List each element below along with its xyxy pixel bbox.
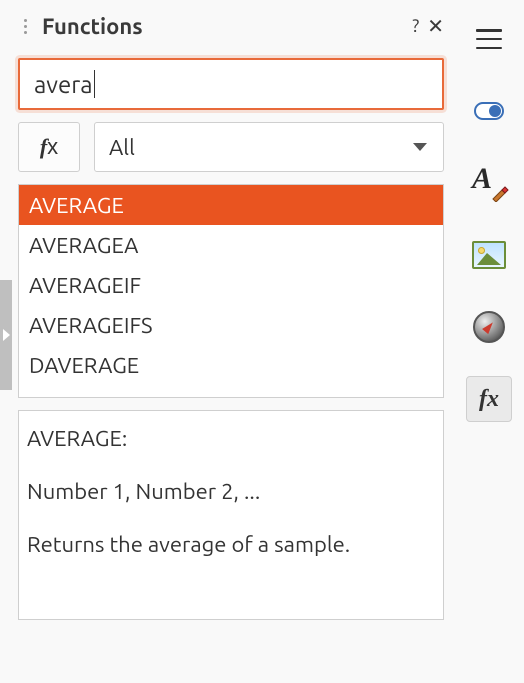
styles-icon: A <box>472 166 506 200</box>
insert-function-button[interactable]: fx <box>18 122 80 172</box>
close-button[interactable]: ✕ <box>427 14 444 38</box>
panel-title: Functions <box>42 14 412 39</box>
sidebar-tab-styles[interactable]: A <box>466 160 512 206</box>
functions-panel: Functions ? ✕ avera fx All AVERAGE AVERA… <box>0 0 454 683</box>
category-dropdown[interactable]: All <box>94 122 444 172</box>
help-button[interactable]: ? <box>412 16 419 36</box>
function-list: AVERAGE AVERAGEA AVERAGEIF AVERAGEIFS DA… <box>18 184 444 398</box>
description-text: Returns the average of a sample. <box>27 527 435 562</box>
hamburger-icon <box>476 29 502 49</box>
panel-collapse-handle[interactable] <box>0 280 12 390</box>
description-syntax: Number 1, Number 2, ... <box>27 474 435 509</box>
function-name: AVERAGEA <box>29 233 138 258</box>
function-description: AVERAGE: Number 1, Number 2, ... Returns… <box>18 410 444 620</box>
list-item[interactable]: AVERAGEIFS <box>19 305 443 345</box>
list-item[interactable]: AVERAGEIF <box>19 265 443 305</box>
description-heading: AVERAGE: <box>27 421 435 456</box>
toggle-icon <box>474 102 504 120</box>
category-selected: All <box>109 135 135 160</box>
sidebar-tab-gallery[interactable] <box>466 232 512 278</box>
controls-row: fx All <box>18 122 444 172</box>
sidebar-tab-functions[interactable]: fx <box>466 376 512 422</box>
list-item[interactable]: DAVERAGE <box>19 345 443 385</box>
sidebar-tab-properties[interactable] <box>466 88 512 134</box>
function-name: DAVERAGE <box>29 353 139 378</box>
list-item[interactable]: AVERAGEA <box>19 225 443 265</box>
drag-handle-icon[interactable] <box>18 19 32 34</box>
list-item[interactable]: AVERAGE <box>19 185 443 225</box>
gallery-icon <box>472 241 506 269</box>
sidebar-tab-navigator[interactable] <box>466 304 512 350</box>
sidebar-menu-button[interactable] <box>466 16 512 62</box>
search-input-value: avera <box>34 71 93 98</box>
text-caret <box>94 70 96 98</box>
chevron-right-icon <box>3 329 10 341</box>
panel-header: Functions ? ✕ <box>18 6 444 46</box>
fx-icon: fx <box>40 134 58 160</box>
chevron-down-icon <box>413 143 427 151</box>
function-name: AVERAGEIF <box>29 273 141 298</box>
fx-icon: fx <box>479 386 499 413</box>
search-input[interactable]: avera <box>18 58 444 110</box>
sidebar-tabs: A fx <box>454 0 524 683</box>
function-name: AVERAGE <box>29 193 124 218</box>
function-name: AVERAGEIFS <box>29 313 153 338</box>
compass-icon <box>473 311 505 343</box>
